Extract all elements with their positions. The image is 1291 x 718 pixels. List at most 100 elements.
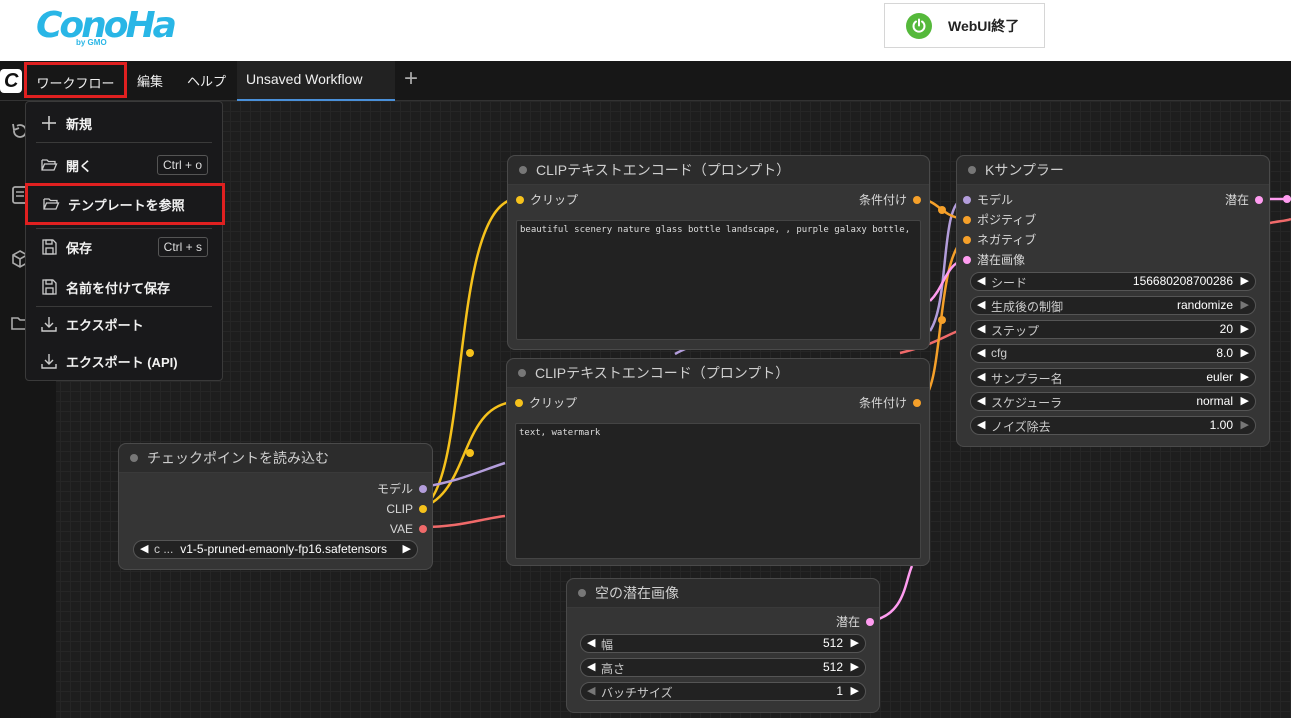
decrement-arrow-icon[interactable]: ◀ <box>587 636 595 649</box>
decrement-arrow-icon[interactable]: ◀ <box>587 660 595 673</box>
port-label: 潜在 <box>1224 193 1249 207</box>
conoha-logo: ConoHa by GMO <box>36 4 177 48</box>
node-title: Kサンプラー <box>957 156 1269 185</box>
port-label: 条件付け <box>858 193 907 207</box>
increment-arrow-icon[interactable]: ▶ <box>1241 394 1249 407</box>
output-conditioning[interactable]: 条件付け <box>859 395 921 411</box>
decrement-arrow-icon[interactable]: ◀ <box>140 542 148 555</box>
increment-arrow-icon[interactable]: ▶ <box>1241 418 1249 431</box>
increment-arrow-icon[interactable]: ▶ <box>851 684 859 697</box>
node-title: CLIPテキストエンコード（プロンプト） <box>507 359 929 388</box>
increment-arrow-icon[interactable]: ▶ <box>851 636 859 649</box>
widget-value: 1 <box>836 684 843 698</box>
input-clip[interactable]: クリップ <box>516 192 578 208</box>
node-title-text: CLIPテキストエンコード（プロンプト） <box>536 162 791 178</box>
increment-arrow-icon[interactable]: ▶ <box>1241 298 1249 311</box>
increment-arrow-icon[interactable]: ▶ <box>1241 346 1249 359</box>
decrement-arrow-icon[interactable]: ◀ <box>977 298 985 311</box>
node-collapse-dot[interactable] <box>968 166 976 174</box>
menu-item-save[interactable]: 保存 Ctrl + s <box>26 230 222 264</box>
menu-item-label: 新規 <box>66 116 93 132</box>
node-collapse-dot[interactable] <box>518 369 526 377</box>
node-collapse-dot[interactable] <box>130 454 138 462</box>
output-model[interactable]: モデル <box>377 481 427 497</box>
folder-open-icon <box>43 198 60 210</box>
menu-item-label: エクスポート <box>66 317 144 333</box>
widget-value: 8.0 <box>1216 346 1233 360</box>
widget-label: cfg <box>991 346 1008 360</box>
node-clip-text-positive[interactable]: CLIPテキストエンコード（プロンプト） クリップ 条件付け beautiful… <box>507 155 930 350</box>
decrement-arrow-icon[interactable]: ◀ <box>977 274 985 287</box>
output-latent[interactable]: 潜在 <box>836 614 874 630</box>
node-title-text: チェックポイントを読み込む <box>147 450 329 466</box>
folder-open-icon <box>41 159 58 171</box>
widget-steps[interactable]: ◀ ステップ 20 ▶ <box>970 320 1256 339</box>
widget-control-after-generate[interactable]: ◀ 生成後の制御 randomize ▶ <box>970 296 1256 315</box>
node-empty-latent-image[interactable]: 空の潜在画像 潜在 ◀ 幅 512 ▶ ◀ 高さ 512 ▶ ◀ バッチサイズ 1 ▶ <box>566 578 880 713</box>
logo-sub-text: by GMO <box>76 38 107 47</box>
increment-arrow-icon[interactable]: ▶ <box>403 542 411 555</box>
decrement-arrow-icon[interactable]: ◀ <box>977 346 985 359</box>
increment-arrow-icon[interactable]: ▶ <box>1241 322 1249 335</box>
menu-item-open[interactable]: 開く Ctrl + o <box>26 148 222 182</box>
widget-value: 512 <box>822 636 843 650</box>
download-icon <box>41 317 57 332</box>
input-model[interactable]: モデル <box>963 192 1013 208</box>
prompt-text-positive[interactable]: beautiful scenery nature glass bottle la… <box>516 220 921 340</box>
menu-item-export[interactable]: エクスポート <box>26 307 222 341</box>
menu-item-browse-templates[interactable]: テンプレートを参照 <box>25 183 225 225</box>
widget-label: 高さ <box>601 662 626 676</box>
widget-ckpt-name[interactable]: ◀ c ... v1-5-pruned-emaonly-fp16.safetenso… <box>133 540 418 559</box>
node-collapse-dot[interactable] <box>519 166 527 174</box>
port-label: 潜在 <box>835 615 860 629</box>
node-ksampler[interactable]: Kサンプラー モデル ポジティブ ネガティブ 潜在画像 潜在 ◀ シード 15668… <box>956 155 1270 447</box>
input-negative[interactable]: ネガティブ <box>963 232 1036 248</box>
menu-item-save-as[interactable]: 名前を付けて保存 <box>26 270 222 304</box>
node-title-text: Kサンプラー <box>985 162 1064 178</box>
output-conditioning[interactable]: 条件付け <box>859 192 921 208</box>
port-label: ポジティブ <box>977 213 1037 227</box>
menu-separator <box>36 228 212 229</box>
widget-label: ステップ <box>991 324 1040 338</box>
widget-value: 1.00 <box>1209 418 1233 432</box>
widget-scheduler[interactable]: ◀ スケジューラ normal ▶ <box>970 392 1256 411</box>
decrement-arrow-icon[interactable]: ◀ <box>977 394 985 407</box>
node-title: チェックポイントを読み込む <box>119 444 432 473</box>
port-label: モデル <box>376 482 413 496</box>
node-clip-text-negative[interactable]: CLIPテキストエンコード（プロンプト） クリップ 条件付け text, wat… <box>506 358 930 566</box>
prompt-text-negative[interactable]: text, watermark <box>515 423 921 559</box>
increment-arrow-icon[interactable]: ▶ <box>1241 370 1249 383</box>
widget-cfg[interactable]: ◀ cfg 8.0 ▶ <box>970 344 1256 363</box>
widget-value: 156680208700286 <box>1132 274 1233 288</box>
node-collapse-dot[interactable] <box>578 589 586 597</box>
decrement-arrow-icon[interactable]: ◀ <box>587 684 595 697</box>
node-checkpoint-loader[interactable]: チェックポイントを読み込む モデル CLIP VAE ◀ c ... v1-5-pr… <box>118 443 433 570</box>
widget-sampler-name[interactable]: ◀ サンプラー名 euler ▶ <box>970 368 1256 387</box>
decrement-arrow-icon[interactable]: ◀ <box>977 418 985 431</box>
menu-item-label: 名前を付けて保存 <box>66 280 171 296</box>
decrement-arrow-icon[interactable]: ◀ <box>977 322 985 335</box>
widget-height[interactable]: ◀ 高さ 512 ▶ <box>580 658 866 677</box>
increment-arrow-icon[interactable]: ▶ <box>851 660 859 673</box>
output-vae[interactable]: VAE <box>390 521 427 537</box>
widget-denoise[interactable]: ◀ ノイズ除去 1.00 ▶ <box>970 416 1256 435</box>
input-clip[interactable]: クリップ <box>515 395 577 411</box>
increment-arrow-icon[interactable]: ▶ <box>1241 274 1249 287</box>
plus-icon <box>42 116 56 130</box>
input-latent-image[interactable]: 潜在画像 <box>963 252 1025 268</box>
webui-exit-button[interactable]: WebUI終了 <box>884 3 1045 48</box>
widget-seed[interactable]: ◀ シード 156680208700286 ▶ <box>970 272 1256 291</box>
input-positive[interactable]: ポジティブ <box>963 212 1036 228</box>
widget-label: サンプラー名 <box>991 372 1063 386</box>
menu-item-export-api[interactable]: エクスポート (API) <box>26 344 222 378</box>
menu-item-new[interactable]: 新規 <box>26 106 222 140</box>
widget-batch-size[interactable]: ◀ バッチサイズ 1 ▶ <box>580 682 866 701</box>
widget-value: euler <box>1206 370 1233 384</box>
widget-value: v1-5-pruned-emaonly-fp16.safetensors <box>180 542 387 556</box>
output-latent[interactable]: 潜在 <box>1225 192 1263 208</box>
menu-item-label: 保存 <box>66 240 93 256</box>
widget-width[interactable]: ◀ 幅 512 ▶ <box>580 634 866 653</box>
output-clip[interactable]: CLIP <box>386 501 427 517</box>
menu-separator <box>36 142 212 143</box>
decrement-arrow-icon[interactable]: ◀ <box>977 370 985 383</box>
